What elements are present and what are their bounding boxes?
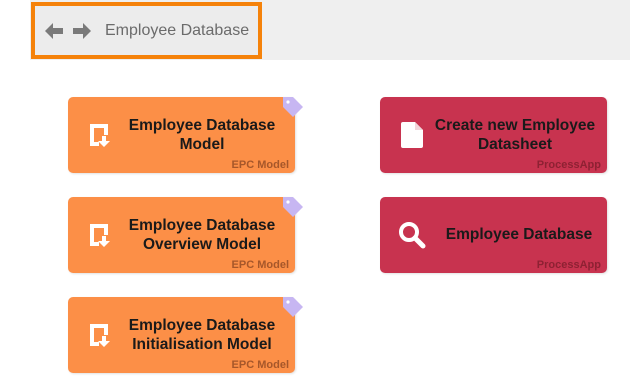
tile-processapp-create-new-employee-datasheet[interactable]: Create new Employee Datasheet ProcessApp [380, 97, 607, 173]
model-download-icon [85, 120, 115, 150]
tile-title: Employee Database [445, 226, 593, 243]
arrow-right-icon[interactable] [71, 20, 93, 42]
tile-title: Employee Database Model [128, 117, 276, 153]
tile-epc-employee-database-initialisation-model[interactable]: Employee Database Initialisation Model E… [68, 297, 303, 373]
tag-icon [281, 295, 305, 319]
left-strip [0, 0, 30, 388]
tile-processapp-employee-database[interactable]: Employee Database ProcessApp [380, 197, 607, 273]
breadcrumb: Employee Database [31, 2, 262, 59]
arrow-left-icon[interactable] [43, 20, 65, 42]
search-icon [397, 220, 427, 250]
tile-type: EPC Model [231, 359, 289, 371]
tile-title: Employee Database Overview Model [128, 217, 276, 253]
breadcrumb-title: Employee Database [105, 21, 250, 39]
tile-title: Create new Employee Datasheet [434, 117, 596, 153]
tile-epc-employee-database-overview-model[interactable]: Employee Database Overview Model EPC Mod… [68, 197, 303, 273]
tile-type: ProcessApp [536, 159, 601, 171]
model-download-icon [85, 320, 115, 350]
document-icon [397, 120, 427, 150]
model-download-icon [85, 220, 115, 250]
tile-title: Employee Database Initialisation Model [128, 317, 276, 353]
tag-icon [281, 195, 305, 219]
tile-type: ProcessApp [536, 259, 601, 271]
tag-icon [281, 95, 305, 119]
tile-type: EPC Model [231, 159, 289, 171]
tile-type: EPC Model [231, 259, 289, 271]
tile-epc-employee-database-model[interactable]: Employee Database Model EPC Model [68, 97, 303, 173]
